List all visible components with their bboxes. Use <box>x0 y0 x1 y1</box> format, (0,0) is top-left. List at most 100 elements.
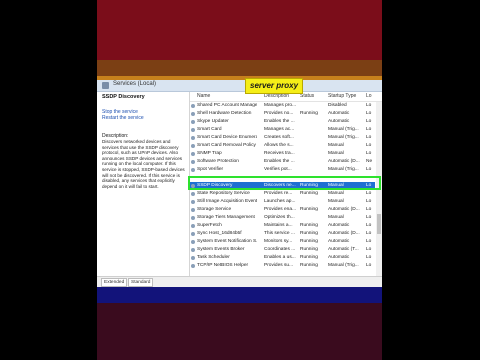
gear-icon <box>191 232 195 236</box>
service-desc: Maintains a... <box>264 223 293 228</box>
service-logon: Lo <box>366 223 372 228</box>
gear-icon <box>191 136 195 140</box>
service-status: Running <box>300 223 318 228</box>
details-pane: SSDP Discovery Stop the service Restart … <box>97 92 190 276</box>
tab-extended[interactable]: Extended <box>101 278 128 287</box>
service-name: Still Image Acquisition Events <box>197 199 257 204</box>
service-logon: Lo <box>366 215 372 220</box>
service-row[interactable]: Smart Card Manages ac... Manual (Trig... Lo <box>190 126 375 134</box>
service-status: Running <box>300 255 318 260</box>
column-name[interactable]: Name <box>197 92 210 101</box>
service-row[interactable]: State Repository Service Provides re... Ru… <box>190 190 375 198</box>
restart-service-link[interactable]: Restart the service <box>102 115 144 121</box>
service-startup: Automatic <box>328 239 350 244</box>
service-startup: Manual (Trig... <box>328 263 359 268</box>
service-desc: Monitors sy... <box>264 239 293 244</box>
service-desc: Manages ac... <box>264 127 295 132</box>
gear-icon <box>191 200 195 204</box>
service-startup: Manual (Trig... <box>328 167 359 172</box>
service-row[interactable]: Task Scheduler Enables a us... Running Auto… <box>190 254 375 262</box>
service-desc: Creates soft... <box>264 135 294 140</box>
column-log-on-as[interactable]: Lo <box>366 92 372 101</box>
service-row[interactable]: System Event Notification S... Monitors s… <box>190 238 375 246</box>
service-row[interactable]: Smart Card Device Enumerat... Creates sof… <box>190 134 375 142</box>
service-description: Discovers networked devices and services… <box>102 139 185 189</box>
service-startup: Automatic <box>328 255 350 260</box>
service-desc: Allows the s... <box>264 143 294 148</box>
tab-standard[interactable]: Standard <box>128 278 154 287</box>
gear-icon <box>191 120 195 124</box>
service-row[interactable]: SuperFetch Maintains a... Running Automatic… <box>190 222 375 230</box>
service-startup: Automatic <box>328 223 350 228</box>
service-desc: Provides re... <box>264 191 293 196</box>
service-desc: Enables the ... <box>264 119 295 124</box>
gear-icon <box>191 240 195 244</box>
service-startup: Disabled <box>328 103 347 108</box>
service-logon: Ne <box>366 159 373 164</box>
service-row[interactable]: Spot Verifier Verifies pot... Manual (Trig… <box>190 166 375 174</box>
service-startup: Manual (Trig... <box>328 127 359 132</box>
selected-service-name: SSDP Discovery <box>102 94 145 100</box>
gear-icon <box>191 248 195 252</box>
service-row[interactable]: Storage Service Provides ena... Running Aut… <box>190 206 375 214</box>
service-row[interactable]: System Events Broker Coordinates ... Runni… <box>190 246 375 254</box>
service-row[interactable]: Sync Host_16d84b5f This service ... Runnin… <box>190 230 375 238</box>
service-row[interactable]: Software Protection Enables the ... Automa… <box>190 158 375 166</box>
service-row[interactable]: Storage Tiers Management Optimizes th... M… <box>190 214 375 222</box>
service-name: Software Protection <box>197 159 239 164</box>
scrollbar-thumb[interactable] <box>377 214 381 234</box>
left-black-bar <box>0 0 97 360</box>
service-logon: Lo <box>366 247 372 252</box>
gear-icon <box>191 160 195 164</box>
service-logon: Lo <box>366 207 372 212</box>
service-row[interactable]: Still Image Acquisition Events Launches a… <box>190 198 375 206</box>
service-logon: Lo <box>366 111 372 116</box>
service-name: Sync Host_16d84b5f <box>197 231 242 236</box>
service-logon: Lo <box>366 263 372 268</box>
service-desc: Provides ena... <box>264 207 296 212</box>
gear-icon <box>191 216 195 220</box>
service-row[interactable]: Shell Hardware Detection Provides no... Ru… <box>190 110 375 118</box>
service-startup: Manual <box>328 199 344 204</box>
window-title: Services (Local) <box>113 81 157 87</box>
service-desc: Enables the ... <box>264 159 295 164</box>
gear-icon <box>191 144 195 148</box>
gear-icon <box>191 168 195 172</box>
service-status: Running <box>300 231 318 236</box>
service-name: TCP/IP NetBIOS Helper <box>197 263 249 268</box>
service-logon: Lo <box>366 119 372 124</box>
service-row[interactable]: Skype Updater Enables the ... Automatic Lo <box>190 118 375 126</box>
server-proxy-label: server proxy <box>245 78 304 94</box>
top-color-band <box>97 0 382 60</box>
service-name: Storage Tiers Management <box>197 215 255 220</box>
gear-icon <box>191 224 195 228</box>
service-name: Task Scheduler <box>197 255 230 260</box>
service-row[interactable]: SNMP Trap Receives tra... Manual Lo <box>190 150 375 158</box>
gear-icon <box>191 152 195 156</box>
column-startup-type[interactable]: Startup Type <box>328 92 356 101</box>
gear-icon <box>191 208 195 212</box>
service-desc: Manages pro... <box>264 103 296 108</box>
service-logon: Lo <box>366 135 372 140</box>
service-logon: Lo <box>366 199 372 204</box>
service-logon: Lo <box>366 191 372 196</box>
service-row[interactable]: Shared PC Account Manager Manages pro... D… <box>190 102 375 110</box>
service-row[interactable]: TCP/IP NetBIOS Helper Provides su... Runni… <box>190 262 375 270</box>
service-desc: Launches ap... <box>264 199 296 204</box>
service-status: Running <box>300 207 318 212</box>
service-startup: Manual <box>328 143 344 148</box>
service-logon: Lo <box>366 103 372 108</box>
right-black-bar <box>382 0 480 360</box>
gear-icon <box>191 192 195 196</box>
bottom-color-band <box>97 303 382 360</box>
service-logon: Lo <box>366 239 372 244</box>
service-status: Running <box>300 111 318 116</box>
service-name: System Events Broker <box>197 247 245 252</box>
title-bar: Services (Local) <box>97 80 382 92</box>
service-name: SNMP Trap <box>197 151 222 156</box>
service-desc: This service ... <box>264 231 295 236</box>
service-name: Spot Verifier <box>197 167 224 172</box>
service-row[interactable]: Smart Card Removal Policy Allows the s...… <box>190 142 375 150</box>
gear-icon <box>191 112 195 116</box>
service-name: Smart Card Removal Policy <box>197 143 256 148</box>
